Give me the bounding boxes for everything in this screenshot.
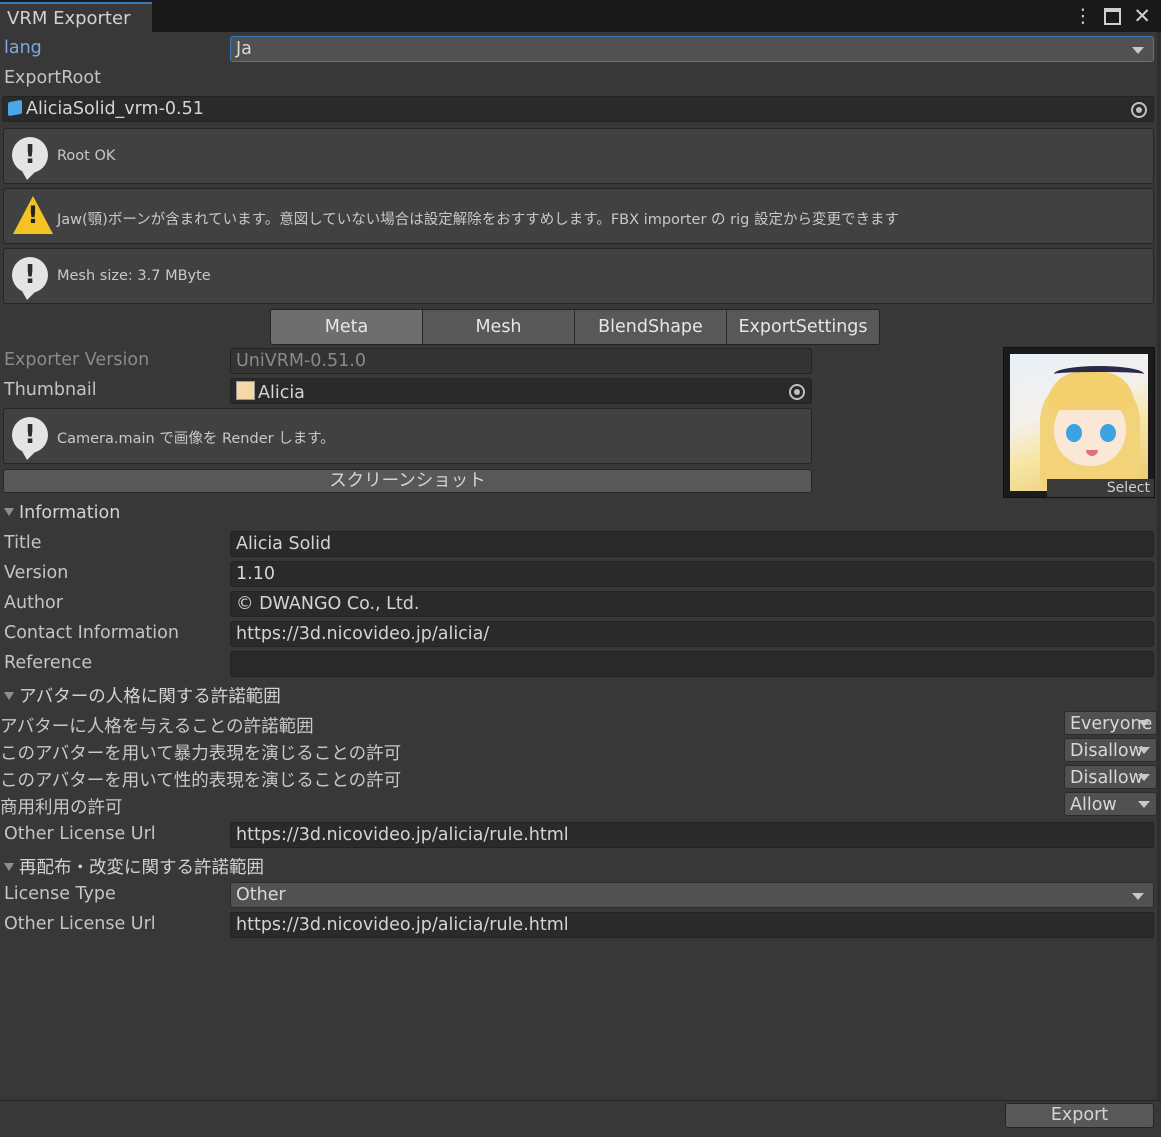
author-input[interactable]: © DWANGO Co., Ltd.: [230, 591, 1154, 617]
contact-label: Contact Information: [4, 623, 179, 643]
chevron-down-icon: [1138, 774, 1150, 781]
info-icon: !: [12, 257, 48, 300]
allowed-user-dropdown[interactable]: Everyone: [1064, 711, 1157, 735]
prefab-cube-icon: [8, 99, 22, 117]
window-controls: ⋮ ✕: [1073, 4, 1151, 28]
tab-mesh[interactable]: Mesh: [423, 310, 575, 344]
license-type-label: License Type: [4, 884, 116, 904]
redistribution-license-url-input[interactable]: https://3d.nicovideo.jp/alicia/rule.html: [230, 912, 1154, 938]
screenshot-button[interactable]: スクリーンショット: [3, 469, 812, 493]
tab-blendshape[interactable]: BlendShape: [575, 310, 727, 344]
export-root-value: AliciaSolid_vrm-0.51: [26, 99, 204, 119]
exporter-version-label: Exporter Version: [4, 350, 150, 370]
other-license-url-input[interactable]: https://3d.nicovideo.jp/alicia/rule.html: [230, 822, 1154, 848]
chevron-down-icon: [1138, 720, 1150, 727]
helpbox-jaw-warning: ! Jaw(顎)ボーンが含まれています。意図していない場合は設定解除をおすすめし…: [3, 188, 1154, 244]
scrollbar[interactable]: [1157, 32, 1161, 1100]
lang-dropdown[interactable]: Ja: [230, 36, 1154, 62]
window-tab[interactable]: VRM Exporter: [0, 2, 152, 32]
info-icon: !: [12, 417, 48, 460]
window-tab-title: VRM Exporter: [7, 8, 131, 29]
reference-input[interactable]: [230, 651, 1154, 677]
helpbox-text: Mesh size: 3.7 MByte: [57, 268, 211, 284]
sexual-label: このアバターを用いて性的表現を演じることの許可: [0, 771, 402, 791]
violent-label: このアバターを用いて暴力表現を演じることの許可: [0, 744, 402, 764]
allowed-user-label: アバターに人格を与えることの許諾範囲: [0, 717, 314, 737]
author-label: Author: [4, 593, 63, 613]
export-root-field[interactable]: AliciaSolid_vrm-0.51: [2, 96, 1154, 122]
thumbnail-preview[interactable]: Select: [1003, 347, 1155, 498]
thumbnail-select-button[interactable]: Select: [1047, 479, 1154, 497]
exporter-version-field: UniVRM-0.51.0: [230, 348, 812, 374]
chevron-down-icon: [1132, 47, 1144, 54]
other-license-url-label: Other License Url: [4, 824, 156, 844]
window-titlebar: [0, 0, 1161, 32]
footer-bar: [0, 1100, 1161, 1137]
personation-foldout[interactable]: アバターの人格に関する許諾範囲: [4, 683, 281, 708]
helpbox-text: Camera.main で画像を Render します。: [57, 431, 335, 447]
chevron-down-icon: [1138, 747, 1150, 754]
object-picker-icon[interactable]: [789, 384, 805, 400]
section-tabs: Meta Mesh BlendShape ExportSettings: [270, 309, 880, 345]
lang-value: Ja: [236, 39, 252, 59]
maximize-icon[interactable]: [1104, 7, 1122, 25]
commercial-dropdown[interactable]: Allow: [1064, 792, 1157, 816]
violent-dropdown[interactable]: Disallow: [1064, 738, 1157, 762]
chevron-down-icon: [1138, 801, 1150, 808]
foldout-arrow-icon: [4, 508, 14, 516]
redistribution-foldout[interactable]: 再配布・改変に関する許諾範囲: [4, 854, 264, 879]
redistribution-license-url-label: Other License Url: [4, 914, 156, 934]
warning-mark: !: [27, 201, 39, 229]
foldout-arrow-icon: [4, 863, 14, 871]
info-icon: !: [12, 137, 48, 180]
thumbnail-field[interactable]: Alicia: [230, 378, 812, 404]
version-input[interactable]: 1.10: [230, 561, 1154, 587]
close-icon[interactable]: ✕: [1133, 4, 1151, 28]
helpbox-text: Jaw(顎)ボーンが含まれています。意図していない場合は設定解除をおすすめします…: [57, 212, 899, 228]
version-label: Version: [4, 563, 69, 583]
reference-label: Reference: [4, 653, 93, 673]
license-type-dropdown[interactable]: Other: [230, 882, 1154, 908]
title-label: Title: [4, 533, 42, 553]
helpbox-root-ok: ! Root OK: [3, 128, 1154, 184]
commercial-label: 商用利用の許可: [0, 798, 123, 818]
title-input[interactable]: Alicia Solid: [230, 531, 1154, 557]
chevron-down-icon: [1132, 893, 1144, 900]
helpbox-mesh-size: ! Mesh size: 3.7 MByte: [3, 248, 1154, 304]
texture-icon: [236, 381, 255, 400]
contact-input[interactable]: https://3d.nicovideo.jp/alicia/: [230, 621, 1154, 647]
thumbnail-image: [1010, 354, 1148, 491]
tab-meta[interactable]: Meta: [271, 310, 423, 344]
lang-label: lang: [4, 38, 42, 58]
thumbnail-label: Thumbnail: [4, 380, 97, 400]
sexual-dropdown[interactable]: Disallow: [1064, 765, 1157, 789]
export-button[interactable]: Export: [1005, 1103, 1154, 1128]
helpbox-camera: ! Camera.main で画像を Render します。: [3, 408, 812, 464]
helpbox-text: Root OK: [57, 148, 116, 164]
object-picker-icon[interactable]: [1131, 102, 1147, 118]
kebab-menu-icon[interactable]: ⋮: [1073, 5, 1092, 27]
tab-export-settings[interactable]: ExportSettings: [727, 310, 879, 344]
information-foldout[interactable]: Information: [4, 503, 120, 523]
thumbnail-value: Alicia: [258, 383, 305, 403]
foldout-arrow-icon: [4, 692, 14, 700]
export-root-label: ExportRoot: [4, 68, 101, 88]
